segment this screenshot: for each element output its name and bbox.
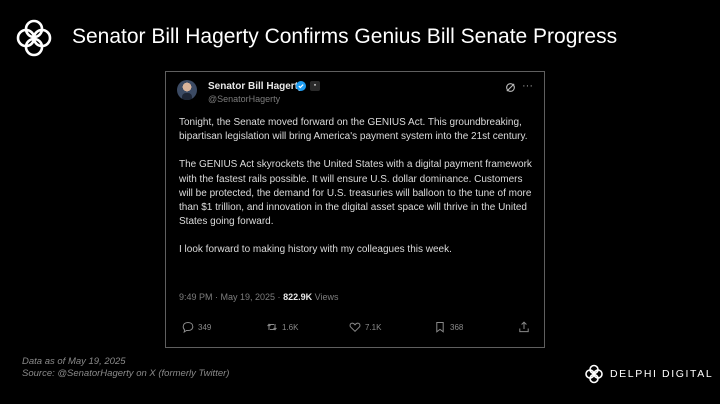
heart-icon bbox=[349, 322, 361, 332]
tweet-paragraph: I look forward to making history with my… bbox=[179, 244, 452, 256]
page-title: Senator Bill Hagerty Confirms Genius Bil… bbox=[72, 25, 618, 48]
source-note: Source: @SenatorHagerty on X (formerly T… bbox=[22, 368, 230, 379]
delphi-small-logo-icon bbox=[585, 364, 603, 384]
author-name[interactable]: Senator Bill Hagerty bbox=[208, 81, 304, 92]
bookmark-count: 368 bbox=[450, 322, 464, 332]
share-button[interactable] bbox=[518, 321, 530, 333]
source-footnote: Data as of May 19, 2025 Source: @Senator… bbox=[22, 356, 229, 380]
reply-button[interactable]: 349 bbox=[182, 321, 211, 333]
share-icon bbox=[519, 321, 529, 333]
like-count: 7.1K bbox=[365, 322, 382, 332]
reply-count: 349 bbox=[198, 322, 212, 332]
tweet-metadata: 9:49 PM · May 19, 2025 · 822.9K Views bbox=[179, 292, 338, 302]
tweet-actions: 349 1.6K 7.1K 368 bbox=[166, 318, 544, 338]
author-handle[interactable]: @SenatorHagerty bbox=[208, 94, 280, 104]
reply-icon bbox=[182, 321, 194, 333]
views-count: 822.9K bbox=[283, 292, 313, 302]
brand-logo: DELPHI DIGITAL bbox=[584, 364, 713, 384]
views-label: Views bbox=[314, 292, 339, 302]
tweet-paragraph: The GENIUS Act skyrockets the United Sta… bbox=[179, 159, 532, 228]
tweet-paragraph: Tonight, the Senate moved forward on the… bbox=[179, 117, 528, 143]
avatar[interactable] bbox=[177, 80, 197, 100]
brand-name: DELPHI DIGITAL bbox=[610, 368, 714, 380]
slide-header bbox=[14, 18, 54, 58]
verified-badge-icon bbox=[296, 81, 306, 91]
bookmark-icon bbox=[436, 322, 444, 333]
repost-count: 1.6K bbox=[282, 322, 299, 332]
tweet-timestamp[interactable]: 9:49 PM · May 19, 2025 · bbox=[179, 292, 281, 302]
repost-button[interactable]: 1.6K bbox=[266, 321, 298, 333]
data-date-note: Data as of May 19, 2025 bbox=[22, 356, 126, 367]
more-options-icon[interactable]: ··· bbox=[522, 80, 533, 92]
delphi-logo-icon bbox=[16, 19, 52, 57]
tweet-screenshot: Senator Bill Hagerty ▪ @SenatorHagerty ·… bbox=[165, 71, 545, 348]
tweet-text: Tonight, the Senate moved forward on the… bbox=[179, 116, 537, 272]
affiliation-badge-icon: ▪ bbox=[310, 81, 320, 91]
bookmark-button[interactable]: 368 bbox=[434, 321, 463, 333]
like-button[interactable]: 7.1K bbox=[349, 321, 381, 333]
grok-icon[interactable] bbox=[505, 82, 516, 93]
repost-icon bbox=[267, 323, 277, 331]
